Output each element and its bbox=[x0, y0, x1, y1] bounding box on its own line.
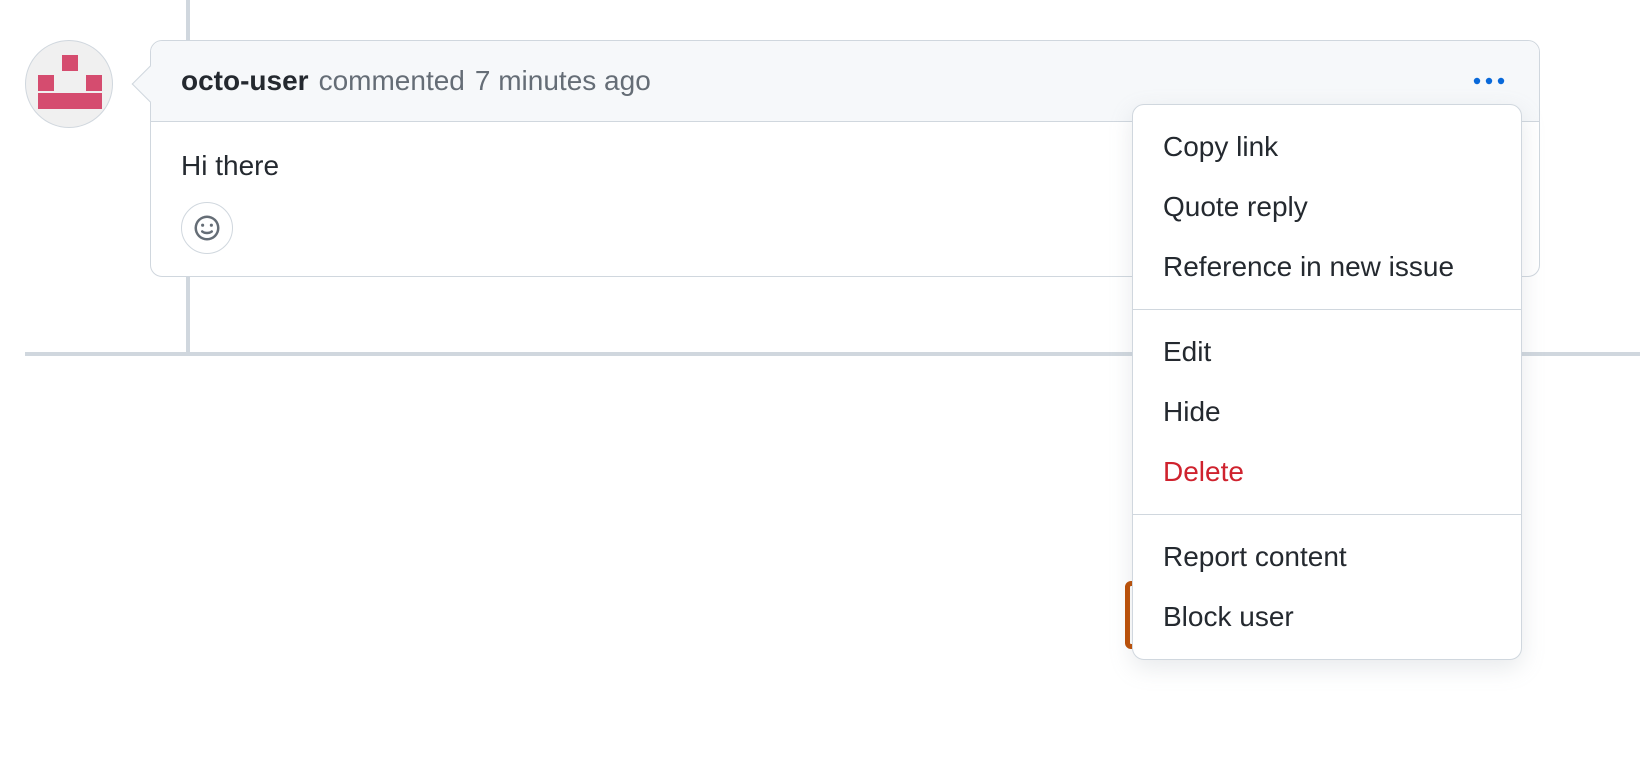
menu-item-reference-new-issue[interactable]: Reference in new issue bbox=[1133, 237, 1521, 297]
avatar[interactable] bbox=[25, 40, 113, 128]
add-reaction-button[interactable] bbox=[181, 202, 233, 254]
menu-item-edit[interactable]: Edit bbox=[1133, 322, 1521, 382]
comment-author[interactable]: octo-user bbox=[181, 65, 309, 97]
menu-item-block-user[interactable]: Block user bbox=[1133, 587, 1521, 647]
comment-actions-menu: Copy linkQuote replyReference in new iss… bbox=[1132, 104, 1522, 660]
comment-actions-kebab-button[interactable] bbox=[1469, 61, 1509, 101]
menu-item-report-content[interactable]: Report content bbox=[1133, 527, 1521, 587]
menu-item-delete[interactable]: Delete bbox=[1133, 442, 1521, 502]
kebab-horizontal-icon bbox=[1472, 76, 1506, 86]
comment-action-text: commented bbox=[319, 65, 465, 97]
menu-item-quote-reply[interactable]: Quote reply bbox=[1133, 177, 1521, 237]
menu-divider bbox=[1133, 514, 1521, 515]
menu-divider bbox=[1133, 309, 1521, 310]
menu-item-copy-link[interactable]: Copy link bbox=[1133, 117, 1521, 177]
menu-item-hide[interactable]: Hide bbox=[1133, 382, 1521, 442]
smiley-icon bbox=[192, 213, 222, 243]
comment-header-meta: octo-user commented 7 minutes ago bbox=[181, 65, 651, 97]
comment-timestamp[interactable]: 7 minutes ago bbox=[475, 65, 651, 97]
